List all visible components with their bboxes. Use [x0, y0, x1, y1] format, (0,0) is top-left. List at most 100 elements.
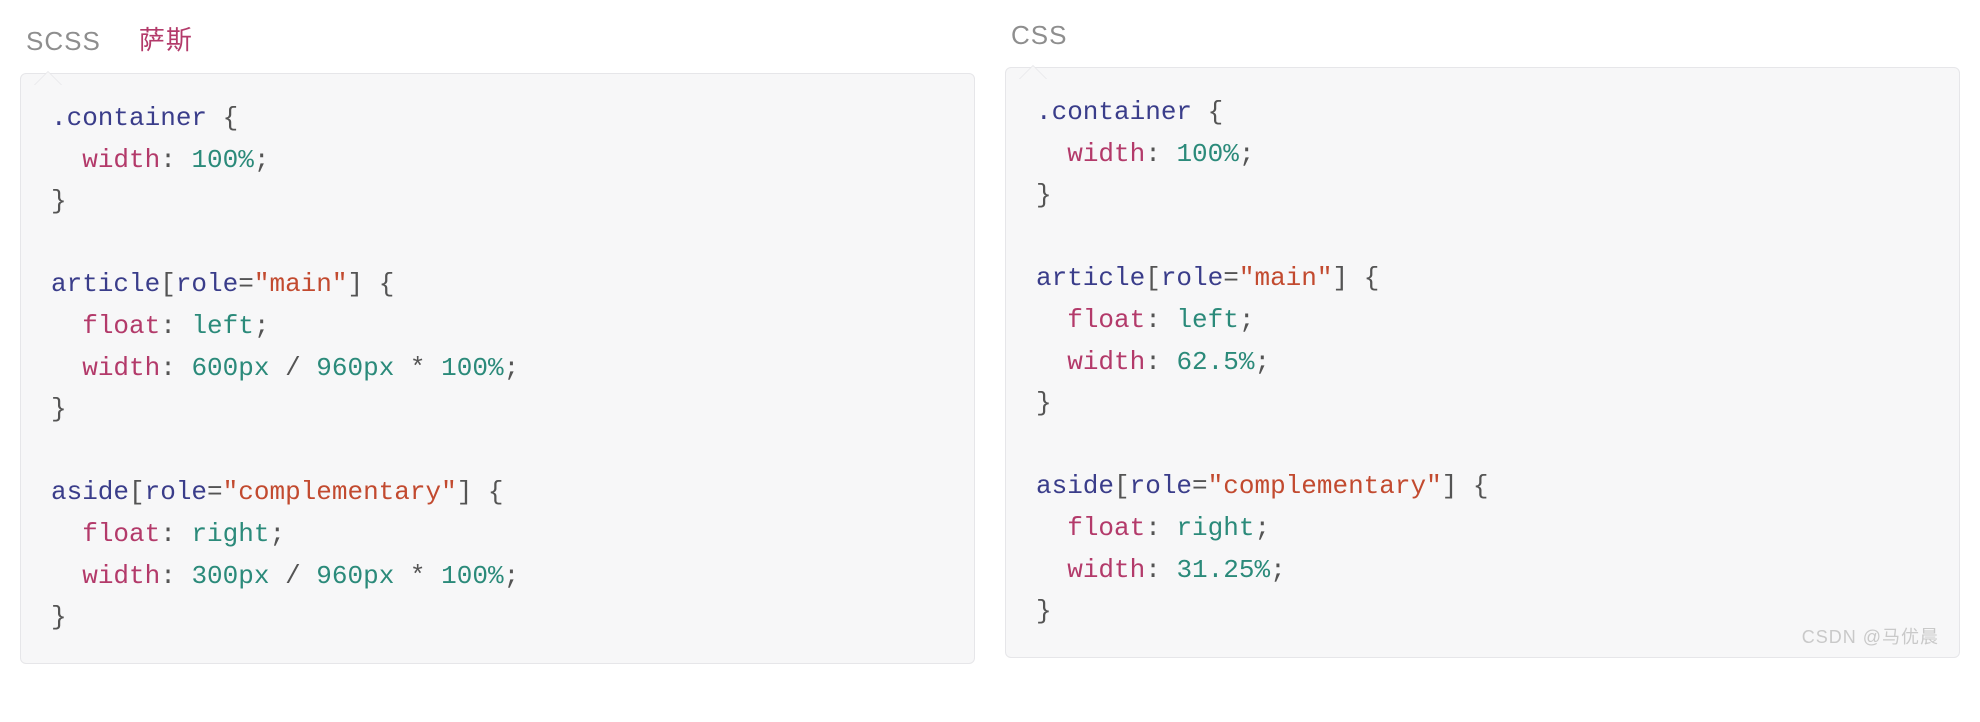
- semicolon: ;: [504, 561, 520, 591]
- semicolon: ;: [1254, 513, 1270, 543]
- property: width: [1067, 347, 1145, 377]
- bracket: [: [1114, 471, 1130, 501]
- bracket: [: [1145, 263, 1161, 293]
- brace: {: [379, 269, 395, 299]
- operator: /: [285, 353, 301, 383]
- selector: article: [1036, 263, 1145, 293]
- selector: aside: [1036, 471, 1114, 501]
- colon: :: [1145, 139, 1161, 169]
- bracket: ]: [1442, 471, 1458, 501]
- brace: {: [1364, 263, 1380, 293]
- eq: =: [207, 477, 223, 507]
- attr-name: role: [145, 477, 207, 507]
- bracket: [: [160, 269, 176, 299]
- brace: }: [1036, 388, 1052, 418]
- attr-name: role: [1161, 263, 1223, 293]
- tab-arrow-icon: [34, 72, 62, 86]
- scss-code-block: .container { width: 100%; } article[role…: [20, 73, 975, 664]
- attr-value: "complementary": [223, 477, 457, 507]
- scss-column: SCSS 萨斯 .container { width: 100%; } arti…: [20, 20, 975, 664]
- operator: *: [410, 353, 426, 383]
- property: float: [1067, 513, 1145, 543]
- colon: :: [160, 145, 176, 175]
- brace: }: [51, 186, 67, 216]
- semicolon: ;: [1239, 305, 1255, 335]
- tab-css[interactable]: CSS: [1011, 20, 1067, 57]
- brace: {: [223, 103, 239, 133]
- eq: =: [1223, 263, 1239, 293]
- semicolon: ;: [269, 519, 285, 549]
- operator: /: [285, 561, 301, 591]
- semicolon: ;: [1239, 139, 1255, 169]
- bracket: [: [129, 477, 145, 507]
- value: 100%: [441, 353, 503, 383]
- brace: {: [488, 477, 504, 507]
- colon: :: [1145, 513, 1161, 543]
- colon: :: [160, 519, 176, 549]
- attr-value: "main": [1239, 263, 1333, 293]
- css-code[interactable]: .container { width: 100%; } article[role…: [1036, 92, 1929, 633]
- value: 100%: [441, 561, 503, 591]
- semicolon: ;: [254, 311, 270, 341]
- colon: :: [1145, 555, 1161, 585]
- value: 62.5%: [1176, 347, 1254, 377]
- property: float: [1067, 305, 1145, 335]
- tab-scss[interactable]: SCSS: [26, 26, 101, 63]
- tab-sass-cn[interactable]: 萨斯: [139, 20, 193, 63]
- attr-value: "main": [254, 269, 348, 299]
- colon: :: [160, 311, 176, 341]
- value: 100%: [191, 145, 253, 175]
- colon: :: [160, 353, 176, 383]
- columns: SCSS 萨斯 .container { width: 100%; } arti…: [20, 20, 1960, 664]
- tab-arrow-icon: [1019, 66, 1047, 80]
- semicolon: ;: [254, 145, 270, 175]
- semicolon: ;: [1254, 347, 1270, 377]
- property: float: [82, 311, 160, 341]
- attr-name: role: [1130, 471, 1192, 501]
- value: 300px: [191, 561, 269, 591]
- value: 600px: [191, 353, 269, 383]
- property: width: [1067, 555, 1145, 585]
- value: left: [1176, 305, 1238, 335]
- css-tabs: CSS: [1005, 20, 1960, 57]
- selector: aside: [51, 477, 129, 507]
- value: right: [191, 519, 269, 549]
- semicolon: ;: [1270, 555, 1286, 585]
- selector: .container: [51, 103, 207, 133]
- brace: }: [1036, 180, 1052, 210]
- bracket: ]: [1332, 263, 1348, 293]
- value: right: [1176, 513, 1254, 543]
- brace: {: [1208, 97, 1224, 127]
- css-column: CSS .container { width: 100%; } article[…: [1005, 20, 1960, 664]
- property: width: [1067, 139, 1145, 169]
- selector: article: [51, 269, 160, 299]
- colon: :: [1145, 347, 1161, 377]
- property: width: [82, 561, 160, 591]
- selector: .container: [1036, 97, 1192, 127]
- colon: :: [1145, 305, 1161, 335]
- property: float: [82, 519, 160, 549]
- brace: {: [1473, 471, 1489, 501]
- brace: }: [51, 602, 67, 632]
- property: width: [82, 353, 160, 383]
- brace: }: [51, 394, 67, 424]
- value: 31.25%: [1176, 555, 1270, 585]
- scss-tabs: SCSS 萨斯: [20, 20, 975, 63]
- attr-value: "complementary": [1208, 471, 1442, 501]
- eq: =: [238, 269, 254, 299]
- property: width: [82, 145, 160, 175]
- colon: :: [160, 561, 176, 591]
- bracket: ]: [457, 477, 473, 507]
- value: 960px: [316, 353, 394, 383]
- semicolon: ;: [504, 353, 520, 383]
- value: 960px: [316, 561, 394, 591]
- eq: =: [1192, 471, 1208, 501]
- operator: *: [410, 561, 426, 591]
- value: left: [191, 311, 253, 341]
- scss-code[interactable]: .container { width: 100%; } article[role…: [51, 98, 944, 639]
- css-code-block: .container { width: 100%; } article[role…: [1005, 67, 1960, 658]
- bracket: ]: [347, 269, 363, 299]
- value: 100%: [1176, 139, 1238, 169]
- brace: }: [1036, 596, 1052, 626]
- attr-name: role: [176, 269, 238, 299]
